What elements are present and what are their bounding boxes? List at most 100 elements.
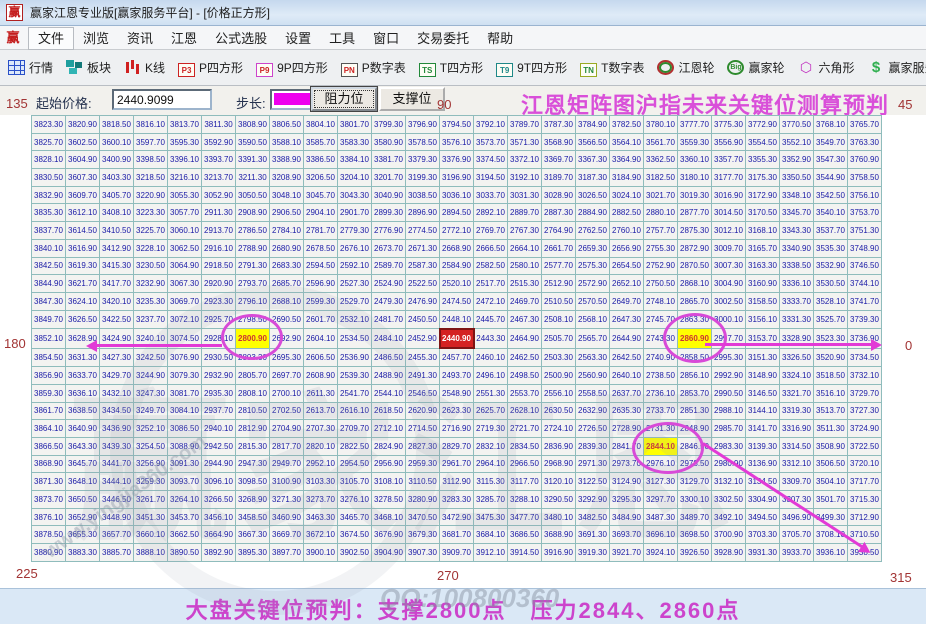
- price-cell: 3204.10: [337, 168, 372, 187]
- toolbar-button-gann-wheel[interactable]: 江恩轮: [657, 59, 714, 76]
- toolbar-button-p-square[interactable]: P3 P四方形: [178, 59, 243, 77]
- price-cell: 2608.90: [303, 366, 338, 385]
- toolbar-button-p-number[interactable]: PN P数字表: [340, 59, 406, 77]
- price-cell: 3040.90: [371, 185, 406, 205]
- price-cell: 3415.30: [99, 256, 134, 276]
- price-cell: 2464.90: [507, 328, 542, 349]
- price-cell: 3585.70: [303, 132, 338, 152]
- toolbar-button-t9-square[interactable]: T9 9T四方形: [496, 59, 567, 77]
- toolbar-button-t-square[interactable]: TS T四方形: [418, 59, 483, 77]
- price-cell: 2556.10: [541, 383, 576, 403]
- price-cell: 2577.70: [541, 256, 576, 276]
- menu-item-5[interactable]: 公式选股: [206, 28, 276, 49]
- price-cell: 3475.30: [473, 507, 508, 527]
- price-cell: 3302.50: [711, 489, 746, 509]
- menu-item-8[interactable]: 窗口: [364, 28, 408, 49]
- price-cell: 2580.10: [507, 256, 542, 276]
- price-cell: 2505.70: [541, 328, 576, 349]
- price-cell: 3544.90: [813, 168, 848, 187]
- price-cell: 2680.90: [269, 238, 304, 258]
- price-cell: 2469.70: [507, 291, 542, 311]
- price-cell: 2656.90: [609, 238, 644, 258]
- price-cell: 2853.70: [677, 383, 712, 403]
- price-cell: 3921.70: [609, 543, 644, 562]
- price-cell: 3571.30: [507, 132, 542, 152]
- toolbar-button-winner-wheel[interactable]: Big 赢家轮: [727, 59, 785, 76]
- price-cell: 2863.30: [677, 309, 712, 330]
- price-cell: 3259.30: [133, 472, 168, 491]
- price-cell: 3172.90: [745, 185, 780, 205]
- price-cell: 3285.70: [473, 489, 508, 509]
- menu-item-10[interactable]: 帮助: [478, 28, 522, 49]
- price-cell: 3837.70: [31, 221, 66, 240]
- menu-item-1[interactable]: 文件: [28, 26, 75, 50]
- price-cell: 3129.70: [677, 472, 712, 491]
- price-cell: 2544.10: [371, 383, 406, 403]
- toolbar-button-kline[interactable]: K线: [124, 59, 165, 76]
- menu-item-9[interactable]: 交易委托: [408, 28, 478, 49]
- price-cell: 2702.50: [269, 401, 304, 421]
- price-cell: 3669.70: [269, 525, 304, 545]
- price-cell: 2512.90: [541, 274, 576, 293]
- price-cell: 3477.70: [507, 507, 542, 527]
- price-cell: 3828.10: [31, 150, 66, 170]
- price-cell: 3588.10: [269, 132, 304, 152]
- price-cell: 3468.10: [371, 507, 406, 527]
- toolbar-button-blocks[interactable]: 板块: [66, 59, 111, 76]
- price-cell: 3724.90: [847, 419, 882, 438]
- price-cell: 2961.70: [439, 454, 474, 474]
- app-logo-icon: 赢: [6, 4, 23, 21]
- price-cell: 2913.70: [201, 221, 236, 240]
- price-cell: 2983.30: [711, 436, 746, 456]
- support-button[interactable]: 支撑位: [379, 87, 445, 111]
- price-cell: 2584.90: [439, 256, 474, 276]
- price-cell: 3343.30: [779, 221, 814, 240]
- menu-item-6[interactable]: 设置: [276, 28, 320, 49]
- price-cell: 3424.90: [99, 328, 134, 349]
- price-cell: 2462.50: [507, 347, 542, 368]
- resistance-button[interactable]: 阻力位: [311, 87, 377, 111]
- toolbar-button-hexagon[interactable]: ⬡ 六角形: [798, 59, 855, 76]
- price-cell: 3062.50: [167, 238, 202, 258]
- toolbar-button-quotes-grid[interactable]: 行情: [8, 59, 53, 76]
- toolbar-button-t-number[interactable]: TN T数字表: [580, 59, 644, 77]
- price-cell: 3105.70: [337, 472, 372, 491]
- price-cell: 3206.50: [303, 168, 338, 187]
- price-cell: 3028.90: [541, 185, 576, 205]
- price-cell: 3024.10: [609, 185, 644, 205]
- price-cell: 2748.10: [643, 291, 678, 311]
- menu-item-3[interactable]: 资讯: [118, 28, 162, 49]
- price-cell: 3187.30: [575, 168, 610, 187]
- menu-item-2[interactable]: 浏览: [74, 28, 118, 49]
- price-cell: 3439.30: [99, 436, 134, 456]
- price-cell: 2714.50: [405, 419, 440, 438]
- menu-item-7[interactable]: 工具: [320, 28, 364, 49]
- hexagon-icon: ⬡: [799, 59, 813, 75]
- price-cell: 3919.30: [575, 543, 610, 562]
- price-cell: 2508.10: [541, 309, 576, 330]
- price-cell: 3780.10: [643, 115, 678, 134]
- toolbar-button-p9-square[interactable]: P9 9P四方形: [256, 59, 328, 77]
- toolbar-button-dollar[interactable]: $ 赢家服务: [868, 59, 926, 76]
- price-cell: 2755.30: [643, 238, 678, 258]
- angle-label-315: 315: [890, 570, 912, 585]
- price-cell: 2918.50: [201, 256, 236, 276]
- price-cell: 3048.10: [269, 185, 304, 205]
- price-cell: 3516.10: [813, 383, 848, 403]
- price-cell: 2616.10: [337, 401, 372, 421]
- price-cell: 3861.70: [31, 401, 66, 421]
- price-cell: 3216.10: [167, 168, 202, 187]
- start-price-input[interactable]: [112, 89, 212, 110]
- price-cell: 2685.70: [269, 274, 304, 293]
- price-cell: 3436.90: [99, 419, 134, 438]
- toolbar-label: P数字表: [361, 61, 406, 75]
- price-cell: 3096.10: [201, 472, 236, 491]
- price-cell: 2635.30: [609, 401, 644, 421]
- price-cell: 2968.90: [541, 454, 576, 474]
- price-cell: 3621.70: [65, 274, 100, 293]
- price-cell: 3717.70: [847, 472, 882, 491]
- price-cell: 2884.90: [575, 203, 610, 223]
- menu-item-4[interactable]: 江恩: [162, 28, 206, 49]
- price-cell: 3936.10: [813, 543, 848, 562]
- price-cell: 2976.10: [643, 454, 678, 474]
